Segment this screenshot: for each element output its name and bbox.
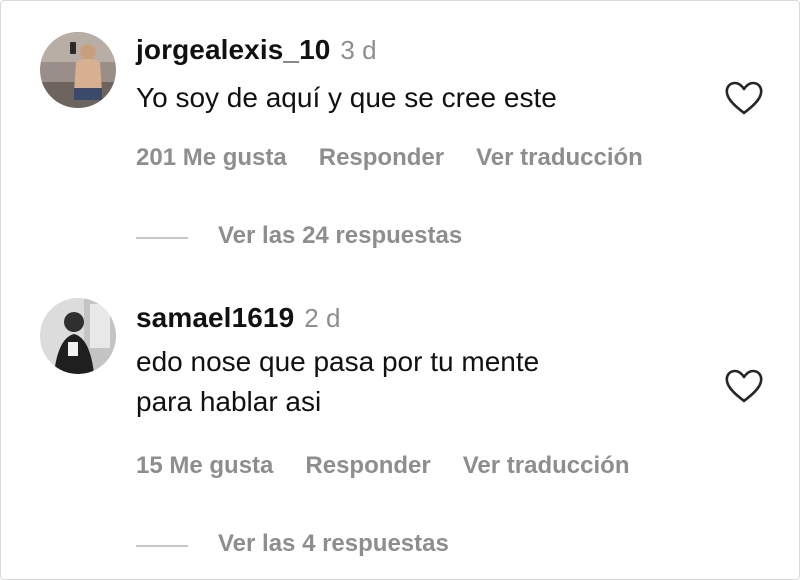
- comment-text-line: Yo soy de aquí y que se cree este: [136, 82, 557, 113]
- comment-header: samael1619 2 d: [136, 302, 340, 334]
- comment-header: jorgealexis_10 3 d: [136, 34, 377, 66]
- reply-button[interactable]: Responder: [305, 452, 430, 479]
- view-replies-label[interactable]: Ver las 24 respuestas: [218, 222, 462, 250]
- heart-outline-icon[interactable]: [724, 368, 764, 404]
- replies-divider: [136, 237, 188, 239]
- translate-button[interactable]: Ver traducción: [476, 144, 643, 171]
- comment-text-line: para hablar asi: [136, 386, 322, 417]
- timestamp[interactable]: 3 d: [340, 35, 376, 65]
- avatar[interactable]: [40, 32, 116, 108]
- comment-text: edo nose que pasa por tu mente para habl…: [136, 342, 539, 422]
- likes-count[interactable]: 201 Me gusta: [136, 144, 287, 171]
- comment-actions: 201 Me gusta Responder Ver traducción: [136, 144, 643, 172]
- timestamp[interactable]: 2 d: [304, 303, 340, 333]
- view-replies-label[interactable]: Ver las 4 respuestas: [218, 530, 449, 558]
- likes-count[interactable]: 15 Me gusta: [136, 452, 273, 479]
- view-replies[interactable]: Ver las 24 respuestas: [136, 222, 696, 252]
- translate-button[interactable]: Ver traducción: [463, 452, 630, 479]
- avatar[interactable]: [40, 298, 116, 374]
- reply-button[interactable]: Responder: [319, 144, 444, 171]
- username[interactable]: samael1619: [136, 302, 294, 333]
- comment-text-line: edo nose que pasa por tu mente: [136, 346, 540, 377]
- username[interactable]: jorgealexis_10: [136, 34, 330, 65]
- comment-text: Yo soy de aquí y que se cree este: [136, 78, 557, 118]
- view-replies[interactable]: Ver las 4 respuestas: [136, 530, 696, 560]
- replies-divider: [136, 545, 188, 547]
- heart-outline-icon[interactable]: [724, 80, 764, 116]
- comment-actions: 15 Me gusta Responder Ver traducción: [136, 452, 629, 480]
